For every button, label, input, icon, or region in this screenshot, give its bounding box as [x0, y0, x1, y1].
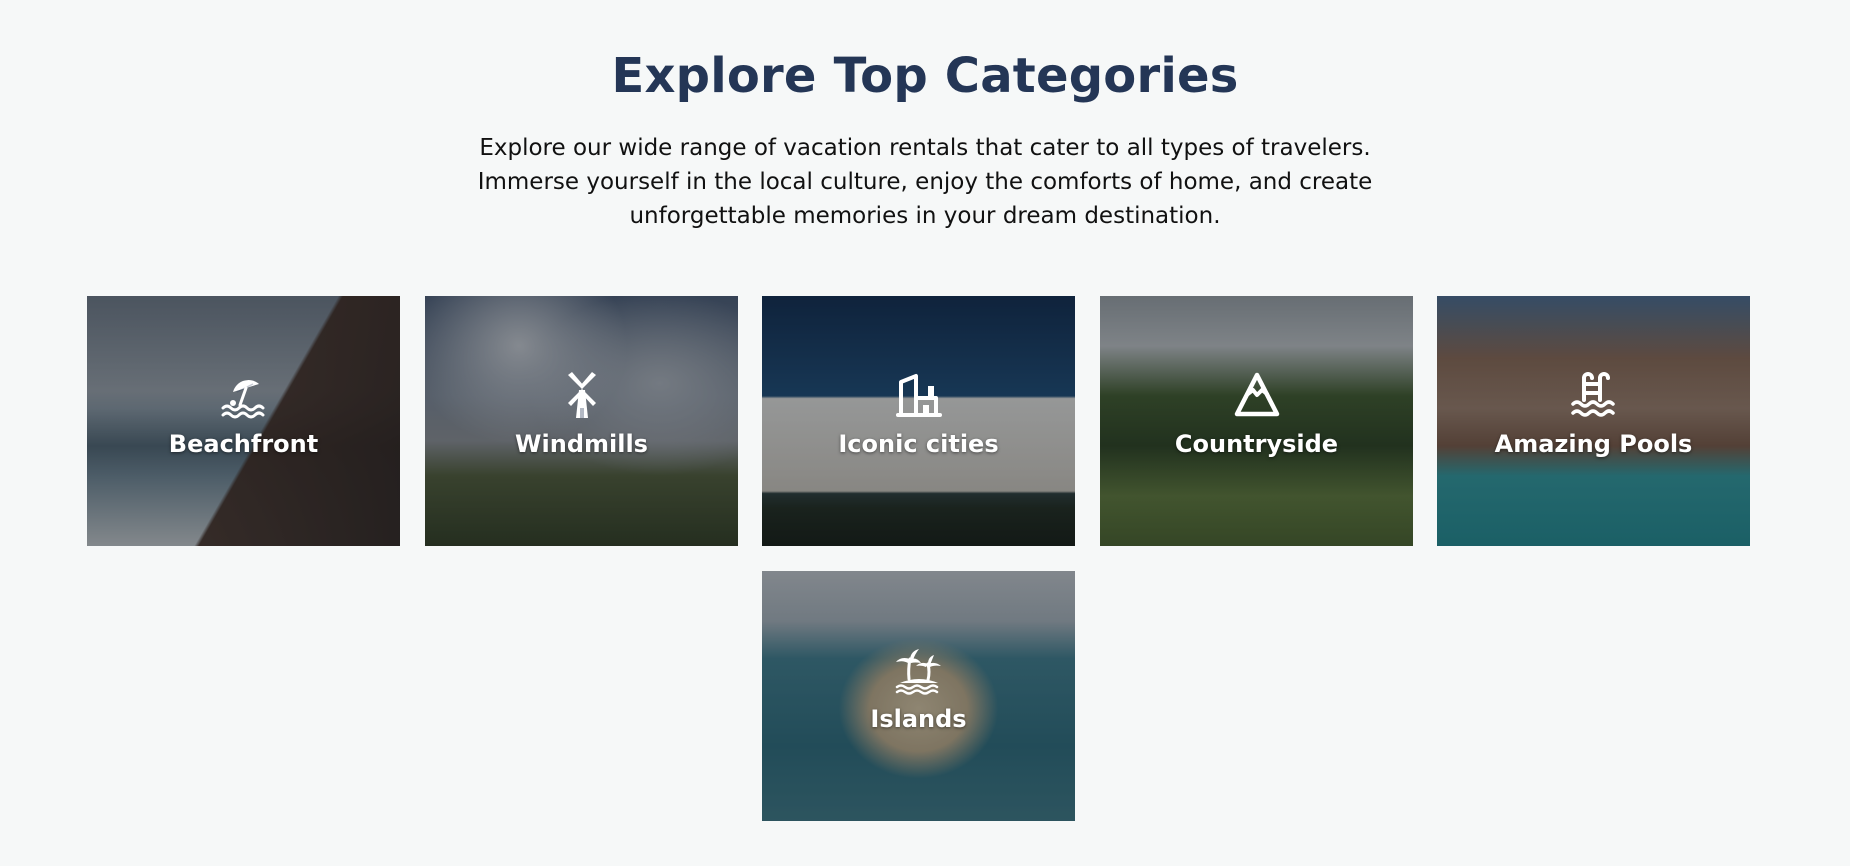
windmill-icon: [567, 372, 596, 418]
city-building-icon: [895, 374, 942, 417]
category-label: Countryside: [1174, 430, 1339, 458]
category-label: Islands: [870, 705, 967, 733]
category-card-windmills[interactable]: Windmills: [425, 296, 738, 546]
category-card-iconic-cities[interactable]: Iconic cities: [762, 296, 1075, 546]
intro-line: Immerse yourself in the local culture, e…: [477, 169, 1373, 195]
intro-line: unforgettable memories in your dream des…: [629, 203, 1221, 229]
pool-ladder-icon: [1570, 372, 1615, 417]
mountain-icon: [1234, 372, 1279, 417]
category-label: Amazing Pools: [1494, 430, 1693, 458]
category-card-islands[interactable]: Islands: [762, 571, 1075, 821]
palm-island-icon: [895, 649, 941, 695]
category-card-countryside[interactable]: Countryside: [1100, 296, 1413, 546]
category-card-amazing-pools[interactable]: Amazing Pools: [1437, 296, 1750, 546]
intro-line: Explore our wide range of vacation renta…: [479, 135, 1371, 161]
beach-umbrella-icon: [221, 380, 264, 419]
category-label: Windmills: [515, 430, 648, 458]
top-categories-section: Explore Top Categories Explore our wide …: [0, 0, 1850, 866]
category-label: Beachfront: [168, 430, 319, 458]
section-title: Explore Top Categories: [611, 48, 1239, 104]
category-card-beachfront[interactable]: Beachfront: [87, 296, 400, 546]
category-label: Iconic cities: [838, 430, 999, 458]
section-intro: Explore our wide range of vacation renta…: [465, 131, 1385, 233]
